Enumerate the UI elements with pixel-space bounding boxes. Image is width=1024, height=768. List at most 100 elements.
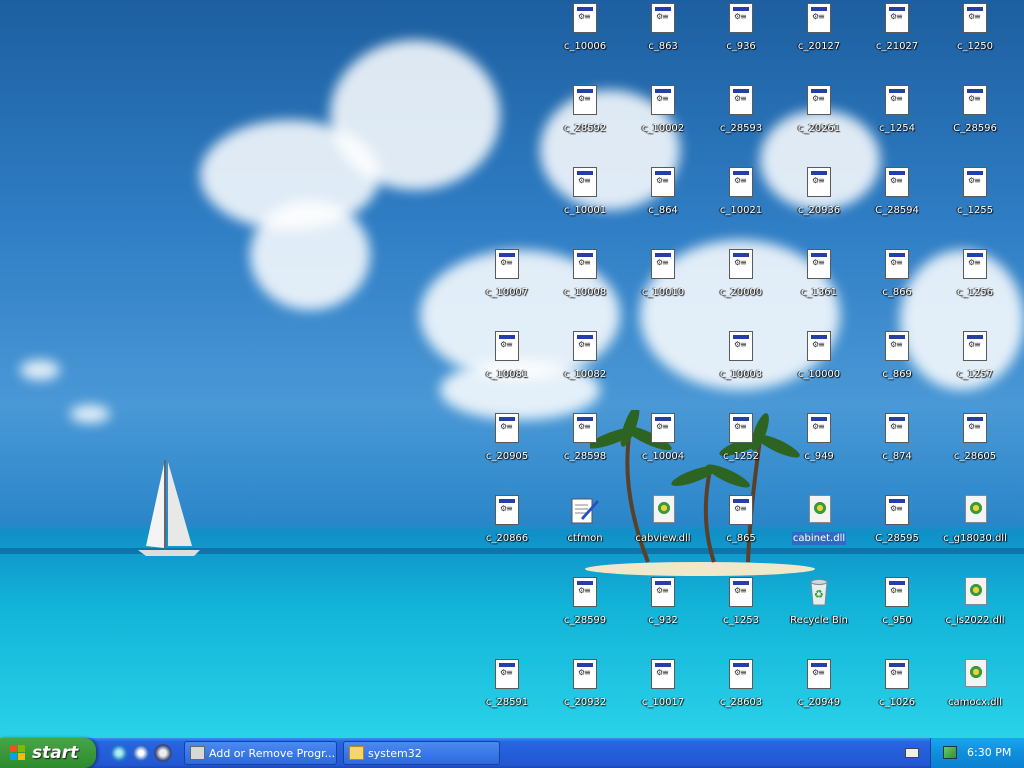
- desktop-icon[interactable]: c_1253: [702, 576, 780, 656]
- desktop-icon[interactable]: c_28592: [546, 84, 624, 164]
- desktop-icon[interactable]: c_936: [702, 2, 780, 82]
- desktop-icon-label: c_866: [882, 287, 912, 298]
- desktop-icon[interactable]: C_28596: [936, 84, 1014, 164]
- nls-file-icon: [647, 658, 679, 690]
- desktop-icon[interactable]: c_10081: [468, 330, 546, 410]
- desktop-icon-label: c_1254: [879, 123, 915, 134]
- task-label: Add or Remove Progr...: [209, 747, 336, 760]
- desktop-icon[interactable]: c_10017: [624, 658, 702, 738]
- media-player-icon[interactable]: [154, 744, 172, 762]
- start-button[interactable]: start: [0, 738, 96, 768]
- desktop-icon[interactable]: c_20932: [546, 658, 624, 738]
- nls-file-icon: [803, 84, 835, 116]
- desktop-icon[interactable]: c_20127: [780, 2, 858, 82]
- task-system32[interactable]: system32: [343, 741, 500, 765]
- desktop-icon[interactable]: c_866: [858, 248, 936, 328]
- nls-file-icon: [725, 84, 757, 116]
- desktop-icon-label: Recycle Bin: [790, 615, 848, 626]
- desktop-icon[interactable]: c_874: [858, 412, 936, 492]
- desktop-icon-label: c_10081: [485, 369, 529, 380]
- desktop-icon[interactable]: C_28595: [858, 494, 936, 574]
- desktop-icon[interactable]: c_10006: [546, 2, 624, 82]
- desktop-icon[interactable]: c_20936: [780, 166, 858, 246]
- desktop-icon[interactable]: camocx.dll: [936, 658, 1014, 738]
- desktop-icon[interactable]: c_is2022.dll: [936, 576, 1014, 656]
- desktop-icon[interactable]: c_g18030.dll: [936, 494, 1014, 574]
- desktop-icon[interactable]: c_20949: [780, 658, 858, 738]
- desktop-icon[interactable]: c_10007: [468, 248, 546, 328]
- desktop-icon[interactable]: c_20866: [468, 494, 546, 574]
- desktop-icon[interactable]: c_1252: [702, 412, 780, 492]
- clock[interactable]: 6:30 PM: [967, 738, 1011, 768]
- desktop-icon[interactable]: c_10001: [546, 166, 624, 246]
- desktop-icon[interactable]: c_21027: [858, 2, 936, 82]
- desktop-icon[interactable]: c_20261: [780, 84, 858, 164]
- dll-gear-icon: [803, 494, 835, 526]
- desktop-icon-label: c_10000: [797, 369, 841, 380]
- outlook-express-icon[interactable]: [132, 744, 150, 762]
- desktop-icon[interactable]: cabview.dll: [624, 494, 702, 574]
- desktop-icon[interactable]: c_865: [702, 494, 780, 574]
- desktop-icon-label: c_21027: [875, 41, 919, 52]
- network-icon[interactable]: [943, 746, 957, 759]
- desktop-icon[interactable]: c_20905: [468, 412, 546, 492]
- desktop-icon-label: c_20866: [485, 533, 529, 544]
- desktop-icon[interactable]: c_1026: [858, 658, 936, 738]
- nls-file-icon: [725, 2, 757, 34]
- desktop-icon-label: c_10010: [641, 287, 685, 298]
- nls-file-icon: [725, 330, 757, 362]
- desktop-icon[interactable]: c_869: [858, 330, 936, 410]
- keyboard-icon[interactable]: [905, 748, 919, 758]
- desktop-icon[interactable]: c_10003: [702, 330, 780, 410]
- desktop-icon[interactable]: c_950: [858, 576, 936, 656]
- desktop-icon-label: c_28593: [719, 123, 763, 134]
- desktop-icon[interactable]: c_1254: [858, 84, 936, 164]
- desktop-icon[interactable]: c_1361: [780, 248, 858, 328]
- desktop-icon-label: c_1255: [957, 205, 993, 216]
- nls-file-icon: [569, 330, 601, 362]
- desktop-icon[interactable]: c_28605: [936, 412, 1014, 492]
- desktop-icon[interactable]: c_28593: [702, 84, 780, 164]
- desktop-icon[interactable]: c_10010: [624, 248, 702, 328]
- desktop-icon[interactable]: c_932: [624, 576, 702, 656]
- desktop-icon[interactable]: c_949: [780, 412, 858, 492]
- nls-file-icon: [569, 2, 601, 34]
- desktop-icon[interactable]: c_10004: [624, 412, 702, 492]
- nls-file-icon: [881, 166, 913, 198]
- nls-file-icon: [881, 330, 913, 362]
- desktop-icon[interactable]: c_10008: [546, 248, 624, 328]
- desktop-icon[interactable]: c_28599: [546, 576, 624, 656]
- desktop-icon[interactable]: c_28598: [546, 412, 624, 492]
- desktop[interactable]: c_10006 c_863 c_936 c_20127 c_21027 c_1250 c_2…: [0, 0, 1024, 738]
- desktop-icon[interactable]: c_28603: [702, 658, 780, 738]
- desktop-icon[interactable]: c_10021: [702, 166, 780, 246]
- nls-file-icon: [959, 2, 991, 34]
- desktop-icon[interactable]: c_863: [624, 2, 702, 82]
- desktop-icon-label: cabview.dll: [635, 533, 691, 544]
- desktop-icon-label: c_10082: [563, 369, 607, 380]
- desktop-icon[interactable]: c_1256: [936, 248, 1014, 328]
- desktop-icon[interactable]: c_1255: [936, 166, 1014, 246]
- nls-file-icon: [647, 576, 679, 608]
- desktop-icon[interactable]: ctfmon: [546, 494, 624, 574]
- desktop-icon-label: C_28594: [875, 205, 919, 216]
- desktop-icon[interactable]: c_1250: [936, 2, 1014, 82]
- desktop-icon[interactable]: c_10000: [780, 330, 858, 410]
- desktop-icon[interactable]: c_28591: [468, 658, 546, 738]
- nls-file-icon: [647, 412, 679, 444]
- desktop-icon[interactable]: c_864: [624, 166, 702, 246]
- nls-file-icon: [725, 412, 757, 444]
- desktop-icon-label: c_1026: [879, 697, 915, 708]
- desktop-icon[interactable]: cabinet.dll: [780, 494, 858, 574]
- desktop-icon-label: c_1256: [957, 287, 993, 298]
- ie-icon[interactable]: [110, 744, 128, 762]
- desktop-icon-label: c_10017: [641, 697, 685, 708]
- desktop-icon[interactable]: c_1257: [936, 330, 1014, 410]
- sailboat: [138, 460, 200, 556]
- desktop-icon[interactable]: c_10002: [624, 84, 702, 164]
- task-add-remove-programs[interactable]: Add or Remove Progr...: [184, 741, 337, 765]
- desktop-icon[interactable]: c_10082: [546, 330, 624, 410]
- desktop-icon[interactable]: C_28594: [858, 166, 936, 246]
- desktop-icon[interactable]: c_20000: [702, 248, 780, 328]
- desktop-icon[interactable]: ♻ Recycle Bin: [780, 576, 858, 656]
